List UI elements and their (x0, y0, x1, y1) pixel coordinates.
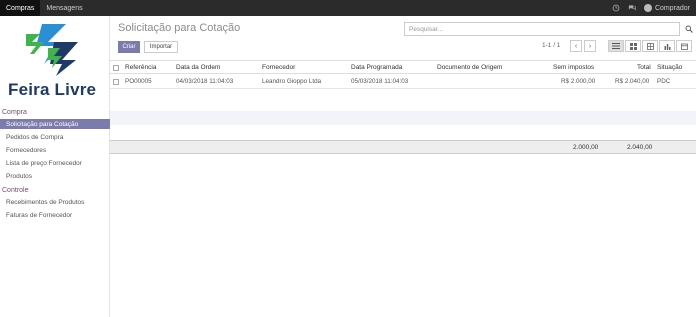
next-page-button[interactable]: › (584, 40, 596, 52)
col-fornecedor[interactable]: Fornecedor (262, 64, 295, 71)
section-compra: Compra (2, 109, 27, 116)
cell-sem-impostos: R$ 2.000,00 (561, 78, 596, 85)
top-navbar: Compras Mensagens Comprador (0, 0, 696, 16)
sidebar: Feira Livre Compra Solicitação para Cota… (0, 16, 110, 317)
search-icon[interactable] (685, 25, 693, 35)
grid-view-button[interactable] (642, 40, 658, 52)
clock-icon[interactable] (612, 4, 620, 12)
logo-text: Feira Livre (8, 80, 97, 99)
row-checkbox[interactable] (113, 79, 119, 85)
import-button[interactable]: Importar (144, 41, 178, 53)
kanban-icon (629, 42, 637, 50)
col-situacao[interactable]: Situação (657, 64, 682, 71)
chat-icon[interactable] (628, 4, 636, 12)
cell-total: R$ 2.040,00 (615, 78, 650, 85)
cell-data-ordem: 04/03/2018 11:04:03 (176, 78, 234, 85)
cell-referencia: PO00005 (125, 78, 152, 85)
company-logo: Feira Livre (4, 20, 106, 102)
user-name: Comprador (654, 4, 690, 12)
table-footer-totals: 2.000,00 2.040,00 (110, 140, 696, 154)
avatar (643, 4, 652, 12)
user-menu[interactable]: Comprador (643, 4, 690, 12)
col-sem-impostos[interactable]: Sem impostos (553, 64, 594, 71)
table-header: Referência Data da Ordem Fornecedor Data… (110, 60, 696, 74)
col-referencia[interactable]: Referência (125, 64, 156, 71)
chevron-right-icon: › (588, 42, 592, 50)
sidebar-item-solicitacao[interactable]: Solicitação para Cotação (0, 119, 110, 129)
list-view-button[interactable] (608, 40, 624, 52)
main-content: Solicitação para Cotação Pesquisar... Cr… (110, 16, 696, 317)
cell-data-programada: 05/03/2018 11:04:03 (351, 78, 409, 85)
sidebar-item-pedidos[interactable]: Pedidos de Compra (0, 132, 110, 142)
list-icon (612, 43, 620, 49)
sidebar-item-recebimentos[interactable]: Recebimentos de Produtos (0, 197, 110, 207)
prev-page-button[interactable]: ‹ (570, 40, 582, 52)
col-documento-origem[interactable]: Documento de Origem (437, 64, 502, 71)
calendar-icon (680, 43, 688, 50)
cell-fornecedor: Leandro Gioppo Ltda (262, 78, 322, 85)
search-input[interactable]: Pesquisar... (404, 22, 693, 36)
table-row[interactable]: PO00005 04/03/2018 11:04:03 Leandro Giop… (110, 75, 696, 89)
col-total[interactable]: Total (637, 64, 651, 71)
pager-value[interactable]: 1-1 / 1 (542, 42, 560, 49)
total-total: 2.040,00 (627, 144, 653, 151)
app-menu-mensagens[interactable]: Mensagens (40, 0, 88, 16)
select-all-checkbox[interactable] (113, 65, 119, 71)
chevron-left-icon: ‹ (574, 42, 578, 50)
bar-chart-icon (664, 43, 670, 50)
sidebar-item-fornecedores[interactable]: Fornecedores (0, 145, 110, 155)
col-data-programada[interactable]: Data Programada (351, 64, 402, 71)
cell-situacao: PDC (657, 78, 671, 85)
section-controle: Controle (2, 187, 29, 194)
create-button[interactable]: Criar (118, 41, 140, 53)
page-title: Solicitação para Cotação (118, 22, 241, 34)
kanban-view-button[interactable] (625, 40, 641, 52)
search-placeholder: Pesquisar... (409, 25, 443, 33)
sidebar-item-faturas[interactable]: Faturas de Fornecedor (0, 210, 110, 220)
sidebar-item-produtos[interactable]: Produtos (0, 171, 110, 181)
col-data-ordem[interactable]: Data da Ordem (176, 64, 220, 71)
calendar-view-button[interactable] (676, 40, 692, 52)
graph-view-button[interactable] (659, 40, 675, 52)
sidebar-item-lista-preco[interactable]: Lista de preço Fornecedor (0, 158, 110, 168)
table-icon (646, 42, 654, 50)
total-sem-impostos: 2.000,00 (573, 144, 599, 151)
empty-row (110, 125, 696, 139)
app-menu-compras[interactable]: Compras (0, 0, 41, 16)
empty-row (110, 111, 696, 125)
